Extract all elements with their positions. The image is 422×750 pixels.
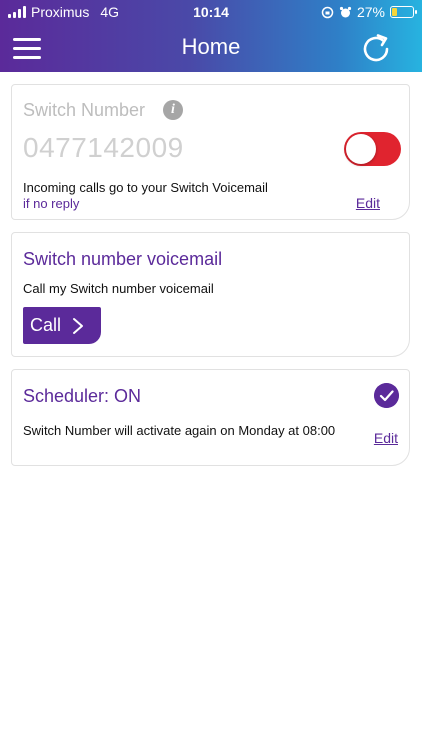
- call-voicemail-button[interactable]: Call: [23, 307, 101, 344]
- voicemail-card: Switch number voicemail Call my Switch n…: [11, 232, 410, 357]
- voicemail-title: Switch number voicemail: [23, 249, 223, 269]
- check-circle-icon: [374, 383, 399, 408]
- scheduler-status-text: Switch Number will activate again on Mon…: [23, 423, 336, 438]
- toggle-knob: [346, 134, 376, 164]
- edit-scheduler-link[interactable]: Edit: [374, 430, 398, 446]
- switch-number-label: Switch Number: [23, 100, 146, 120]
- refresh-icon[interactable]: [360, 32, 392, 64]
- nav-bar: Home: [0, 24, 422, 72]
- battery-percent: 27%: [356, 4, 385, 20]
- switch-number-card: Switch Number i 0477142009 Incoming call…: [11, 84, 410, 220]
- battery-fill: [392, 8, 397, 16]
- switch-phone-number: 0477142009: [23, 132, 184, 163]
- forward-condition-text: if no reply: [23, 196, 80, 211]
- scheduler-card: Scheduler: ON Switch Number will activat…: [11, 369, 410, 466]
- voicemail-subtitle: Call my Switch number voicemail: [23, 281, 214, 296]
- status-right: 27%: [321, 4, 417, 20]
- incoming-calls-text: Incoming calls go to your Switch Voicema…: [23, 180, 268, 195]
- scheduler-title: Scheduler: ON: [23, 386, 142, 406]
- page-title: Home: [181, 34, 241, 59]
- switch-number-toggle[interactable]: [344, 132, 401, 166]
- status-bar: Proximus 4G 10:14 27%: [0, 0, 422, 24]
- alarm-icon: [339, 6, 352, 17]
- edit-forwarding-link[interactable]: Edit: [356, 195, 380, 211]
- info-icon[interactable]: i: [163, 100, 183, 120]
- app-header: Proximus 4G 10:14 27% Home: [0, 0, 422, 72]
- rotation-lock-icon: [321, 6, 334, 18]
- call-button-label: Call: [30, 315, 62, 335]
- battery-icon: [390, 6, 417, 18]
- chevron-right-icon: [73, 317, 84, 334]
